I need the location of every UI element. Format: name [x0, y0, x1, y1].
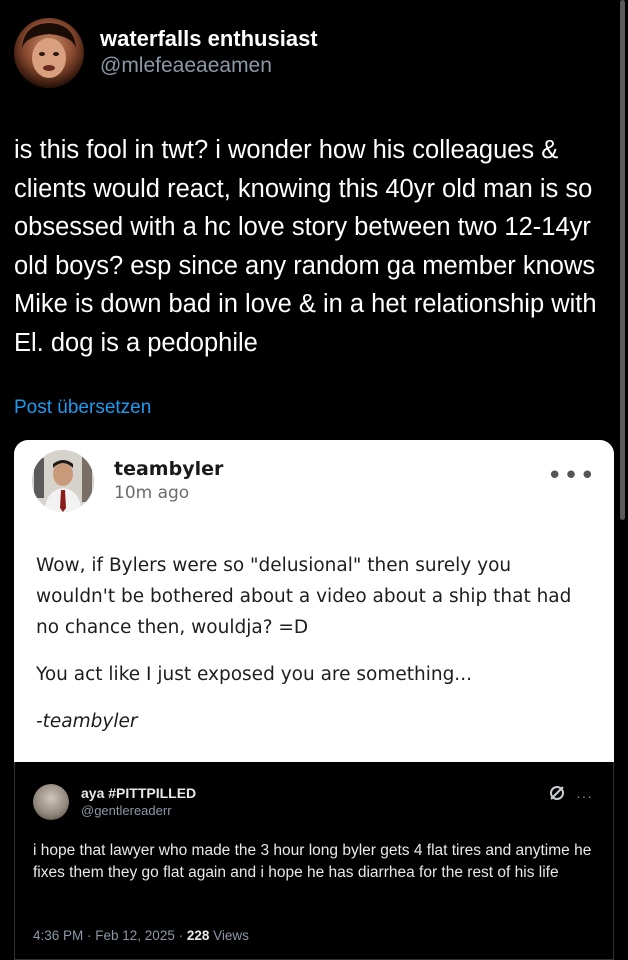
post-username[interactable]: teambyler [114, 458, 223, 480]
avatar[interactable] [33, 784, 69, 820]
translate-link[interactable]: Post übersetzen [14, 397, 151, 419]
post-paragraph: Wow, if Bylers were so "delusional" then… [36, 555, 572, 638]
tweet-text: is this fool in twt? i wonder how his co… [14, 136, 597, 357]
display-name[interactable]: waterfalls enthusiast [100, 26, 318, 52]
tweet-meta: 4:36 PM · Feb 12, 2025 · 228 Views [33, 928, 249, 943]
views-count: 228 [186, 928, 210, 943]
quoted-text: i hope that lawyer who made the 3 hour l… [33, 842, 592, 881]
post-body: Wow, if Bylers were so "delusional" then… [36, 550, 596, 753]
views-label: Views [209, 928, 249, 943]
post-paragraph: You act like I just exposed you are some… [36, 664, 472, 685]
post-time: 10m ago [114, 483, 190, 503]
quoted-tweet[interactable]: aya #PITTPILLED @gentlereaderr ··· i hop… [14, 762, 614, 960]
more-dots-icon[interactable]: ••• [547, 463, 596, 489]
grok-icon[interactable] [548, 784, 566, 807]
scrollbar[interactable] [620, 0, 625, 520]
quoted-display-name[interactable]: aya #PITTPILLED [81, 784, 196, 802]
avatar[interactable] [14, 18, 84, 88]
tweet-timestamp[interactable]: 4:36 PM · Feb 12, 2025 · [33, 928, 187, 943]
more-dots-icon[interactable]: ··· [576, 788, 593, 804]
quoted-handle[interactable]: @gentlereaderr [81, 802, 196, 820]
user-handle[interactable]: @mlefeaeaeamen [100, 52, 318, 80]
avatar[interactable] [32, 450, 94, 512]
post-signature: -teambyler [36, 711, 138, 732]
tweet-header: waterfalls enthusiast @mlefeaeaeamen [14, 18, 318, 88]
embedded-post-card: teambyler 10m ago ••• Wow, if Bylers wer… [14, 440, 614, 762]
